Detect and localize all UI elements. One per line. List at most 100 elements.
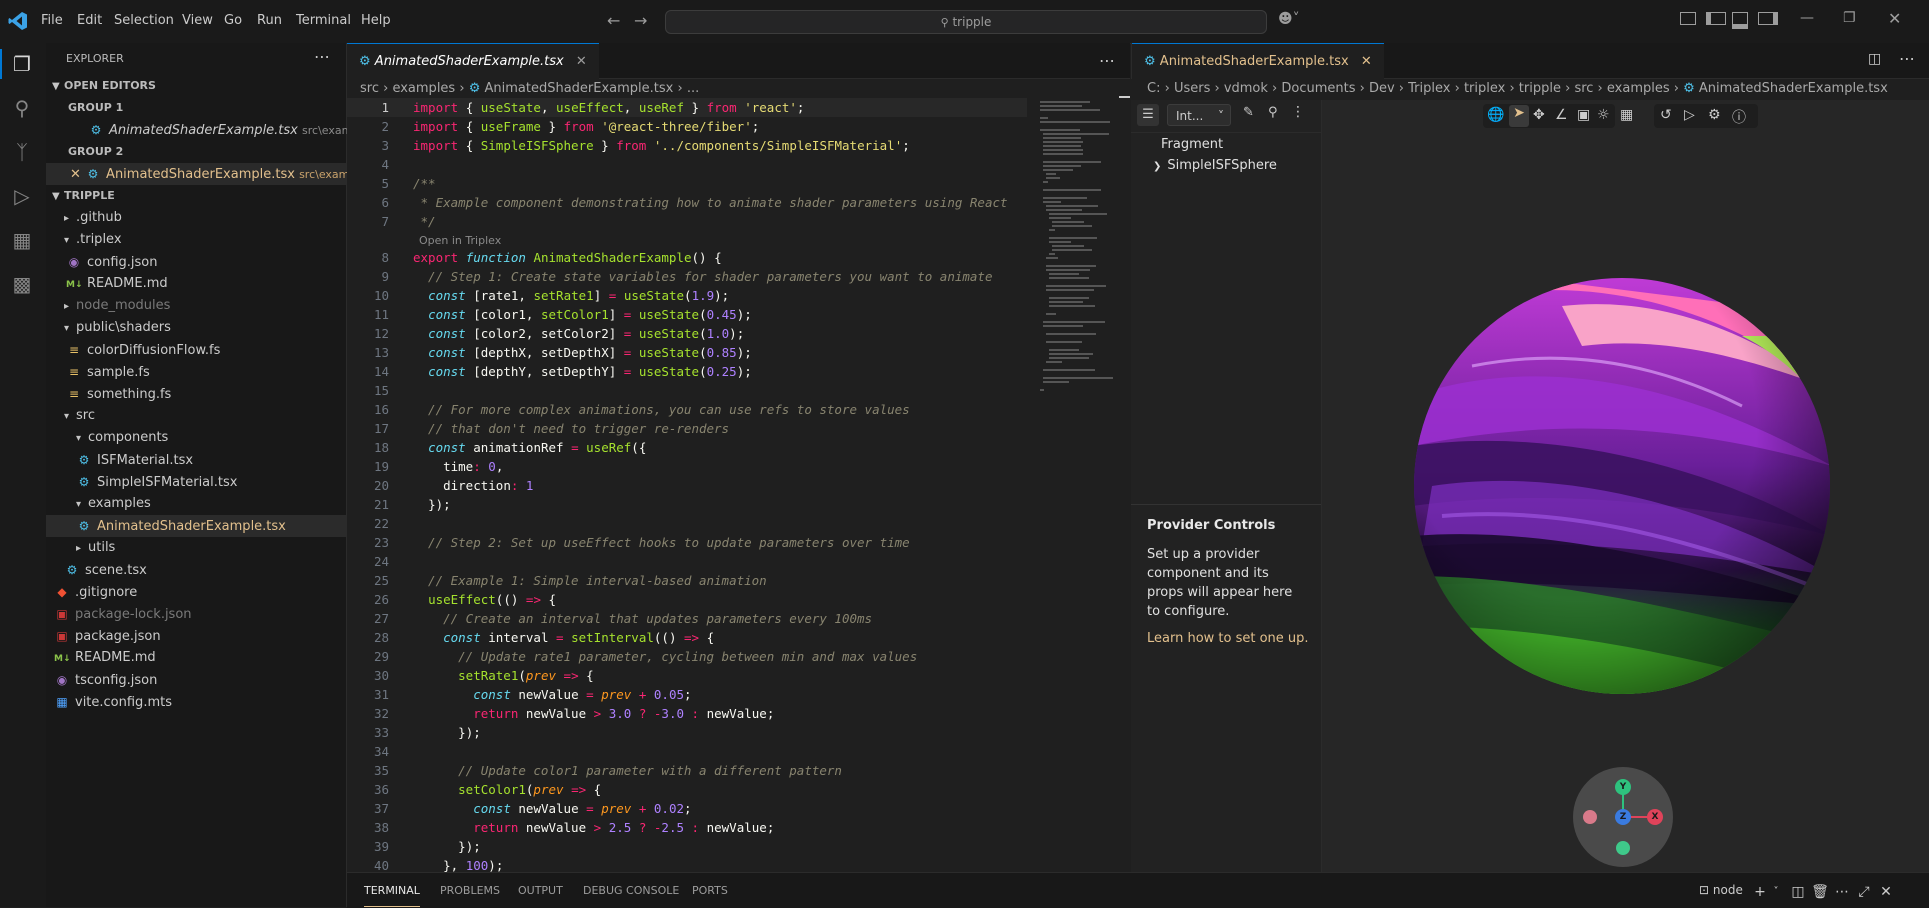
- code-line[interactable]: 23 // Step 2: Set up useEffect hooks to …: [347, 533, 1027, 552]
- tree-item[interactable]: ▾ src: [46, 405, 346, 427]
- menu-terminal[interactable]: Terminal: [296, 13, 351, 28]
- menu-view[interactable]: View: [182, 13, 213, 28]
- code-line[interactable]: 36 setColor1(prev => {: [347, 780, 1027, 799]
- tree-item[interactable]: ▸ utils: [46, 537, 346, 559]
- code-line[interactable]: 7 */: [347, 212, 1027, 231]
- toggle-sidebar-icon[interactable]: [1706, 12, 1726, 25]
- tree-item[interactable]: M↓ README.md: [46, 647, 346, 669]
- code-line[interactable]: 30 setRate1(prev => {: [347, 666, 1027, 685]
- search-icon[interactable]: ⚲: [9, 95, 35, 121]
- triplex-tab-active[interactable]: ⚙ AnimatedShaderExample.tsx ✕: [1132, 43, 1384, 79]
- provider-link[interactable]: Learn how to set one up.: [1147, 631, 1317, 646]
- code-line[interactable]: 2 import { useFrame } from '@react-three/…: [347, 117, 1027, 136]
- tab-terminal[interactable]: TERMINAL: [364, 873, 420, 907]
- tab-debug-console[interactable]: DEBUG CONSOLE: [583, 873, 679, 908]
- code-line[interactable]: 25 // Example 1: Simple interval-based a…: [347, 571, 1027, 590]
- code-line[interactable]: 29 // Update rate1 parameter, cycling be…: [347, 647, 1027, 666]
- more-actions-icon[interactable]: ⋯: [1099, 51, 1115, 70]
- tree-item[interactable]: ◉ tsconfig.json: [46, 669, 346, 691]
- code-line[interactable]: 31 const newValue = prev + 0.05;: [347, 685, 1027, 704]
- tree-item[interactable]: ▾ .triplex: [46, 229, 346, 251]
- layout-icon[interactable]: [1680, 12, 1696, 25]
- grid-icon[interactable]: ▦: [1620, 107, 1633, 123]
- tab-ports[interactable]: PORTS: [692, 873, 728, 908]
- tree-item[interactable]: M↓ README.md: [46, 273, 346, 295]
- menu-help[interactable]: Help: [361, 13, 391, 28]
- code-line[interactable]: 26 useEffect(() => {: [347, 590, 1027, 609]
- search-icon[interactable]: ⚲: [1268, 105, 1278, 120]
- gizmo-y-handle[interactable]: Y: [1615, 779, 1631, 795]
- editor-tab-active[interactable]: ⚙ AnimatedShaderExample.tsx ✕: [347, 43, 599, 79]
- close-icon[interactable]: ✕: [1361, 54, 1372, 69]
- code-line[interactable]: 3 import { SimpleISFSphere } from '../com…: [347, 136, 1027, 155]
- split-terminal-icon[interactable]: ◫: [1787, 881, 1809, 903]
- code-line[interactable]: 17 // that don't need to trigger re-rend…: [347, 419, 1027, 438]
- code-line[interactable]: 1 import { useState, useEffect, useRef } …: [347, 98, 1027, 117]
- minimize-icon[interactable]: —: [1800, 10, 1814, 26]
- play-icon[interactable]: ▷: [1684, 107, 1695, 123]
- split-editor-icon[interactable]: ◫: [1868, 51, 1881, 67]
- close-icon[interactable]: ✕: [70, 167, 81, 182]
- tree-item[interactable]: ▾ public\shaders: [46, 317, 346, 339]
- tree-item[interactable]: ◆ .gitignore: [46, 581, 346, 603]
- trash-icon[interactable]: 🗑: [1809, 881, 1831, 903]
- code-line[interactable]: 15: [347, 381, 1027, 400]
- code-line[interactable]: 11 const [color1, setColor1] = useState(…: [347, 305, 1027, 324]
- code-line[interactable]: 24: [347, 552, 1027, 571]
- globe-icon[interactable]: 🌐: [1487, 107, 1504, 123]
- scene-viewport[interactable]: 🌐 ➤ ✥ ∠ ▣ ☼ ▦ ↺ ▷ ⚙ ⓘ Y X Z: [1322, 100, 1929, 872]
- breadcrumb-item[interactable]: src: [360, 81, 379, 96]
- extensions-icon[interactable]: ▦: [9, 227, 35, 253]
- breadcrumb-item[interactable]: C:: [1147, 81, 1160, 96]
- open-editor-item[interactable]: ⚙ AnimatedShaderExample.tsx src\examples: [46, 119, 375, 141]
- tree-item[interactable]: ⚙ scene.tsx: [46, 559, 346, 581]
- menu-file[interactable]: File: [41, 13, 63, 28]
- code-line[interactable]: 9 // Step 1: Create state variables for …: [347, 267, 1027, 286]
- tree-item[interactable]: ⚙ SimpleISFMaterial.tsx: [46, 471, 346, 493]
- breadcrumb-item[interactable]: examples: [392, 81, 455, 96]
- code-line[interactable]: 13 const [depthX, setDepthX] = useState(…: [347, 343, 1027, 362]
- toggle-secondary-sidebar-icon[interactable]: [1758, 12, 1778, 25]
- close-icon[interactable]: ✕: [576, 54, 587, 69]
- tree-item[interactable]: ◉ config.json: [46, 251, 346, 273]
- more-actions-icon[interactable]: ⋯: [314, 47, 330, 66]
- run-debug-icon[interactable]: ▷: [9, 183, 35, 209]
- terminal-selector[interactable]: ⊡ node: [1699, 873, 1743, 908]
- orientation-gizmo[interactable]: Y X Z: [1573, 767, 1673, 867]
- code-line[interactable]: 28 const interval = setInterval(() => {: [347, 628, 1027, 647]
- code-line[interactable]: 6 * Example component demonstrating how …: [347, 193, 1027, 212]
- menu-selection[interactable]: Selection: [114, 13, 174, 28]
- code-line[interactable]: 37 const newValue = prev + 0.02;: [347, 799, 1027, 818]
- tree-item[interactable]: ▦ vite.config.mts: [46, 691, 346, 713]
- open-editors-header[interactable]: ▼ OPEN EDITORS: [46, 75, 346, 97]
- minimap[interactable]: [1035, 98, 1130, 438]
- breadcrumb-item[interactable]: examples: [1607, 81, 1670, 96]
- gizmo-x-handle[interactable]: X: [1647, 809, 1663, 825]
- edit-icon[interactable]: ✎: [1243, 105, 1254, 120]
- menu-go[interactable]: Go: [224, 13, 242, 28]
- code-line[interactable]: 34: [347, 742, 1027, 761]
- breadcrumb-item[interactable]: Dev: [1369, 81, 1395, 96]
- code-line[interactable]: 21 });: [347, 495, 1027, 514]
- tab-problems[interactable]: PROBLEMS: [440, 873, 500, 908]
- forward-arrow-icon[interactable]: →: [634, 11, 647, 30]
- project-header[interactable]: ▼ TRIPPLE: [46, 185, 346, 207]
- gizmo-neg-x-handle[interactable]: [1583, 810, 1597, 824]
- gizmo-neg-y-handle[interactable]: [1616, 841, 1630, 855]
- back-arrow-icon[interactable]: ←: [607, 11, 620, 30]
- breadcrumb-item[interactable]: ...: [687, 81, 699, 96]
- restore-icon[interactable]: ❐: [1843, 10, 1856, 26]
- close-icon[interactable]: ✕: [1888, 9, 1901, 28]
- code-line[interactable]: 32 return newValue > 3.0 ? -3.0 : newVal…: [347, 704, 1027, 723]
- undo-icon[interactable]: ↺: [1660, 107, 1672, 123]
- rotate-icon[interactable]: ∠: [1555, 107, 1568, 123]
- code-line[interactable]: 40 }, 100);: [347, 856, 1027, 872]
- code-line[interactable]: 14 const [depthY, setDepthY] = useState(…: [347, 362, 1027, 381]
- settings-icon[interactable]: ⚙: [1708, 107, 1721, 123]
- move-icon[interactable]: ✥: [1533, 107, 1545, 123]
- open-editor-item-active[interactable]: ✕ ⚙ AnimatedShaderExample.tsx src\exampl.…: [46, 163, 370, 185]
- layers-icon[interactable]: ☰: [1137, 104, 1159, 126]
- code-line[interactable]: 27 // Create an interval that updates pa…: [347, 609, 1027, 628]
- breadcrumb-item[interactable]: src: [1574, 81, 1593, 96]
- code-line[interactable]: 18 const animationRef = useRef({: [347, 438, 1027, 457]
